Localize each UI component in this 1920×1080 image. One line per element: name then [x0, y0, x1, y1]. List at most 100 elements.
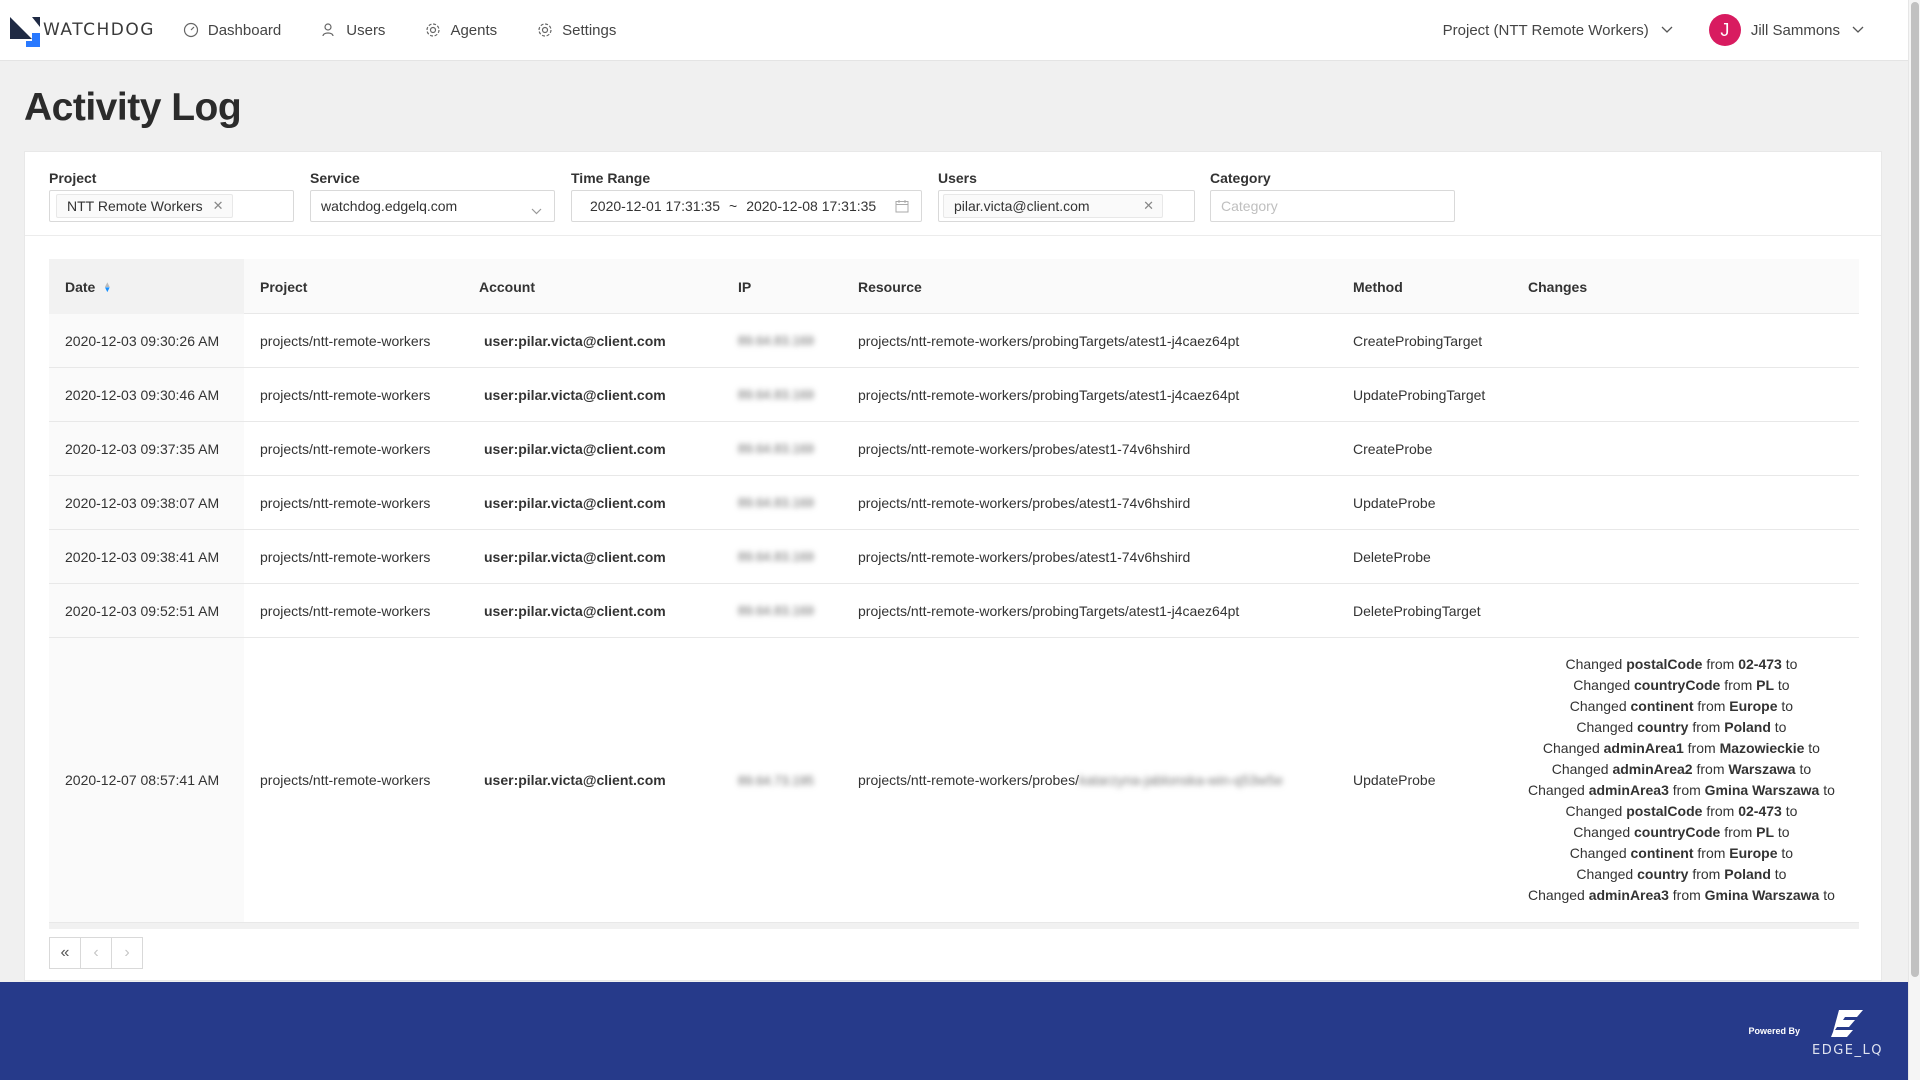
row-date: 2020-12-03 09:52:51 AM	[49, 584, 244, 637]
row-date: 2020-12-03 09:37:35 AM	[49, 422, 244, 475]
change-value: 02-473	[1738, 803, 1782, 819]
project-selector[interactable]: Project (NTT Remote Workers)	[1443, 22, 1673, 39]
change-field: adminArea3	[1588, 782, 1669, 798]
row-account: user:pilar.victa@client.com	[484, 332, 666, 349]
watchdog-logo[interactable]: WATCHDOG	[10, 10, 155, 50]
nav-agents[interactable]: Agents	[425, 22, 497, 39]
row-method: UpdateProbe	[1353, 494, 1436, 511]
change-prefix: Changed	[1565, 803, 1623, 819]
table-row[interactable]: 2020-12-07 08:57:41 AM projects/ntt-remo…	[49, 638, 1859, 923]
category-input[interactable]: Category	[1210, 190, 1455, 222]
change-mid: from	[1697, 698, 1726, 714]
change-suffix: to	[1785, 803, 1798, 819]
change-value: Europe	[1729, 845, 1778, 861]
change-value: PL	[1756, 824, 1775, 840]
change-prefix: Changed	[1569, 698, 1627, 714]
page-scrollbar[interactable]	[1908, 0, 1920, 1080]
table-horizontal-scrollbar[interactable]	[49, 923, 1859, 929]
service-filter-label: Service	[310, 170, 360, 186]
nav-dashboard[interactable]: Dashboard	[183, 22, 281, 39]
users-filter-input[interactable]: pilar.victa@client.com ✕	[938, 190, 1195, 222]
chevron-down-icon	[531, 202, 542, 218]
change-value: Poland	[1724, 719, 1771, 735]
filter-bar: Project NTT Remote Workers ✕ Service wat…	[25, 152, 1881, 236]
change-mid: from	[1692, 719, 1721, 735]
row-resource-blurred: katarzyna-jablonska-win-q53w5e	[1078, 772, 1283, 788]
table-row[interactable]: 2020-12-03 09:52:51 AM projects/ntt-remo…	[49, 584, 1859, 638]
close-icon[interactable]: ✕	[1143, 198, 1154, 214]
row-ip: 89.64.83.169	[738, 387, 814, 402]
gear-icon	[425, 22, 441, 38]
prev-page-button[interactable]: ‹	[80, 937, 112, 969]
row-project: projects/ntt-remote-workers	[260, 332, 431, 349]
users-filter: Users pilar.victa@client.com ✕	[938, 170, 1195, 222]
change-prefix: Changed	[1573, 824, 1631, 840]
change-mid: from	[1706, 656, 1735, 672]
row-account: user:pilar.victa@client.com	[484, 440, 666, 457]
change-suffix: to	[1781, 698, 1794, 714]
time-range-start[interactable]: 2020-12-01 17:31:35	[590, 198, 720, 214]
time-range-filter: Time Range 2020-12-01 17:31:35 ~ 2020-12…	[571, 170, 922, 222]
change-field: countryCode	[1634, 824, 1721, 840]
change-line: Changed postalCode from 02-473 to	[1565, 801, 1797, 822]
table-row[interactable]: 2020-12-03 09:38:41 AM projects/ntt-remo…	[49, 530, 1859, 584]
row-ip: 89.64.83.169	[738, 603, 814, 618]
table-row[interactable]: 2020-12-03 09:30:26 AM projects/ntt-remo…	[49, 314, 1859, 368]
activity-log-card: Project NTT Remote Workers ✕ Service wat…	[24, 151, 1882, 981]
change-suffix: to	[1777, 824, 1790, 840]
row-changes: Changed postalCode from 02-473 to Changed…	[1528, 638, 1835, 922]
table-row[interactable]: 2020-12-03 09:30:46 AM projects/ntt-remo…	[49, 368, 1859, 422]
row-resource: projects/ntt-remote-workers/probingTarge…	[858, 602, 1240, 619]
change-field: continent	[1630, 845, 1694, 861]
row-date: 2020-12-03 09:38:07 AM	[49, 476, 244, 529]
project-filter-input[interactable]: NTT Remote Workers ✕	[49, 190, 294, 222]
avatar: J	[1708, 14, 1741, 46]
change-mid: from	[1692, 866, 1721, 882]
user-menu[interactable]: J Jill Sammons	[1708, 14, 1864, 46]
scrollbar-thumb[interactable]	[1911, 2, 1919, 977]
first-page-button[interactable]: «	[49, 937, 81, 969]
change-suffix: to	[1777, 677, 1790, 693]
change-prefix: Changed	[1528, 782, 1585, 798]
close-icon[interactable]: ✕	[213, 198, 224, 214]
row-ip: 89.64.83.169	[738, 549, 814, 564]
row-account: user:pilar.victa@client.com	[484, 602, 666, 619]
sort-icon[interactable]: ▲ ▼	[103, 280, 111, 293]
row-method: CreateProbe	[1353, 440, 1433, 457]
nav-settings[interactable]: Settings	[537, 22, 616, 39]
change-field: postalCode	[1626, 656, 1703, 672]
column-header-changes: Changes	[1528, 278, 1588, 295]
change-suffix: to	[1774, 719, 1787, 735]
change-line: Changed countryCode from PL to	[1573, 822, 1789, 843]
change-prefix: Changed	[1528, 887, 1585, 903]
nav-users[interactable]: Users	[321, 22, 385, 39]
column-header-date[interactable]: Date ▲ ▼	[49, 259, 244, 314]
row-date: 2020-12-03 09:38:41 AM	[49, 530, 244, 583]
time-range-picker[interactable]: 2020-12-01 17:31:35 ~ 2020-12-08 17:31:3…	[571, 190, 922, 222]
time-range-end[interactable]: 2020-12-08 17:31:35	[746, 198, 876, 214]
row-resource: projects/ntt-remote-workers/probes/atest…	[858, 494, 1191, 511]
change-suffix: to	[1799, 761, 1812, 777]
column-header-method: Method	[1353, 278, 1403, 295]
user-tag-label: pilar.victa@client.com	[954, 198, 1090, 214]
table-row[interactable]: 2020-12-03 09:38:07 AM projects/ntt-remo…	[49, 476, 1859, 530]
change-suffix: to	[1823, 782, 1835, 798]
row-project: projects/ntt-remote-workers	[260, 548, 431, 565]
next-page-button[interactable]: ›	[111, 937, 143, 969]
nav-dashboard-label: Dashboard	[207, 21, 282, 39]
page-title: Activity Log	[24, 86, 242, 129]
watchdog-logo-icon	[10, 17, 40, 47]
change-mid: from	[1724, 824, 1753, 840]
table-header: Date ▲ ▼ Project Account IP Resource Meth…	[49, 259, 1859, 314]
row-resource: projects/ntt-remote-workers/probes/atest…	[858, 548, 1191, 565]
change-line: Changed continent from Europe to	[1570, 696, 1793, 717]
table-row[interactable]: 2020-12-03 09:37:35 AM projects/ntt-remo…	[49, 422, 1859, 476]
footer: Powered By EDGE_LQ	[0, 982, 1908, 1080]
change-line: Changed countryCode from PL to	[1573, 675, 1789, 696]
change-value: Europe	[1729, 698, 1778, 714]
top-navigation-bar: WATCHDOG Dashboard Users Agents Settings	[0, 0, 1908, 61]
service-select[interactable]: watchdog.edgelq.com	[310, 190, 555, 222]
category-filter: Category Category	[1210, 170, 1455, 222]
chevron-down-icon	[1661, 26, 1673, 34]
user-tag: pilar.victa@client.com ✕	[943, 194, 1163, 218]
